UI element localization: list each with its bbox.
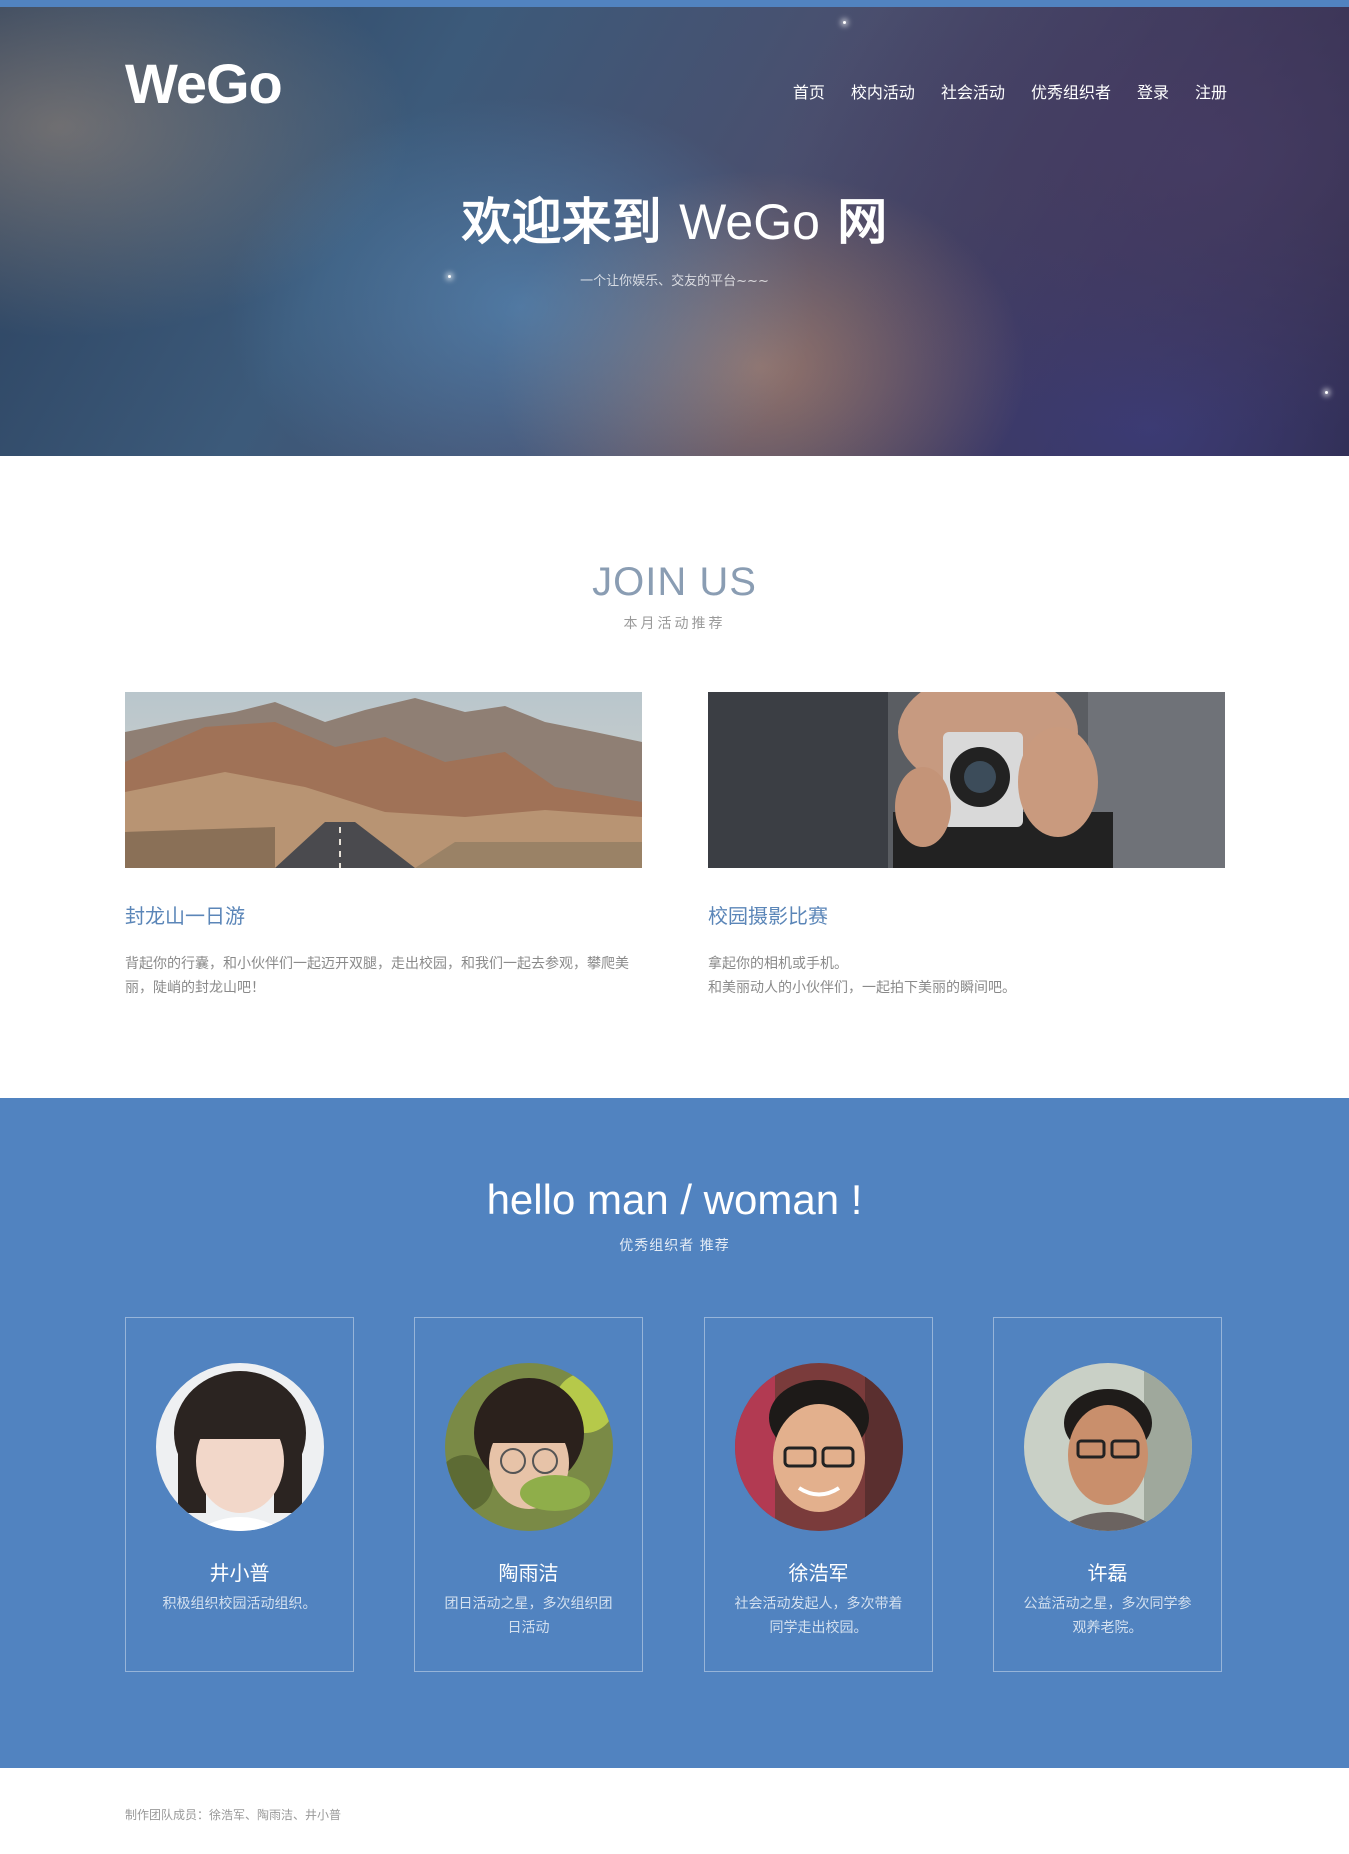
footer-credits: 制作团队成员：徐浩军、陶雨洁、井小普 (125, 1808, 342, 1822)
section-subtitle: 本月活动推荐 (623, 616, 726, 632)
nav-register[interactable]: 注册 (1195, 79, 1227, 103)
activity-description-line: 和美丽动人的小伙伴们，一起拍下美丽的瞬间吧。 (708, 980, 1016, 996)
mountain-road-image[interactable] (125, 692, 642, 868)
nav-campus-activities[interactable]: 校内活动 (851, 79, 915, 103)
organizer-card[interactable]: 井小普 积极组织校园活动组织。 (125, 1317, 354, 1672)
activity-title[interactable]: 封龙山一日游 (125, 900, 642, 929)
hero-title-suffix: 网 (819, 193, 888, 251)
hero-subtitle: 一个让你娱乐、交友的平台~~~ (580, 274, 769, 289)
activity-description: 拿起你的相机或手机。和美丽动人的小伙伴们，一起拍下美丽的瞬间吧。 (708, 952, 1225, 1000)
avatar (155, 1363, 324, 1531)
organizer-description: 公益活动之星，多次同学参观养老院。 (1023, 1596, 1192, 1636)
nav-organizers[interactable]: 优秀组织者 (1031, 79, 1111, 103)
organizer-description: 积极组织校园活动组织。 (162, 1596, 317, 1612)
nav-login[interactable]: 登录 (1137, 79, 1169, 103)
avatar (436, 1363, 615, 1531)
hero-banner: WeGo 首页 校内活动 社会活动 优秀组织者 登录 注册 欢迎来到 WeGo … (0, 7, 1349, 456)
main-nav: 首页 校内活动 社会活动 优秀组织者 登录 注册 (793, 79, 1227, 103)
organizer-name: 陶雨洁 (498, 1561, 559, 1585)
section-title: hello man / woman ! (486, 1176, 863, 1223)
section-title: JOIN US (592, 560, 757, 604)
star-decoration (843, 21, 846, 24)
organizer-name: 许磊 (1087, 1561, 1128, 1585)
site-logo[interactable]: WeGo (125, 51, 283, 116)
avatar (734, 1363, 903, 1531)
hero-title-prefix: 欢迎来到 (461, 193, 680, 251)
hero-title-brand: WeGo (679, 194, 820, 250)
activity-description-line: 拿起你的相机或手机。 (708, 956, 848, 972)
activity-title[interactable]: 校园摄影比赛 (708, 900, 1225, 929)
activity-card: 封龙山一日游 背起你的行囊，和小伙伴们一起迈开双腿，走出校园，和我们一起去参观，… (125, 692, 642, 1000)
organizer-name: 徐浩军 (788, 1561, 849, 1585)
organizers-section: hello man / woman ! 优秀组织者 推荐 井小普 积极组织校园活… (0, 1098, 1349, 1768)
organizer-card[interactable]: 陶雨洁 团日活动之星，多次组织团日活动 (414, 1317, 643, 1672)
organizer-card[interactable]: 许磊 公益活动之星，多次同学参观养老院。 (993, 1317, 1222, 1672)
organizer-description: 社会活动发起人，多次带着同学走出校园。 (734, 1596, 903, 1636)
organizer-description: 团日活动之星，多次组织团日活动 (444, 1596, 613, 1636)
activity-card: 校园摄影比赛 拿起你的相机或手机。和美丽动人的小伙伴们，一起拍下美丽的瞬间吧。 (708, 692, 1225, 1000)
photographer-image[interactable] (708, 692, 1225, 868)
footer: 制作团队成员：徐浩军、陶雨洁、井小普 (0, 1768, 1349, 1854)
organizer-card[interactable]: 徐浩军 社会活动发起人，多次带着同学走出校园。 (704, 1317, 933, 1672)
activity-description: 背起你的行囊，和小伙伴们一起迈开双腿，走出校园，和我们一起去参观，攀爬美丽，陡峭… (125, 956, 629, 996)
organizer-name: 井小普 (209, 1561, 270, 1585)
join-us-section: JOIN US 本月活动推荐 封龙山一日游 背起你的行囊，和小伙伴们一起迈开双腿… (0, 456, 1349, 1098)
hero-title: 欢迎来到 WeGo 网 (0, 182, 1349, 254)
nav-social-activities[interactable]: 社会活动 (941, 79, 1005, 103)
star-decoration (1325, 391, 1328, 394)
top-accent-bar (0, 0, 1349, 7)
nav-home[interactable]: 首页 (793, 79, 825, 103)
avatar (1023, 1363, 1192, 1531)
section-subtitle: 优秀组织者 推荐 (619, 1238, 730, 1254)
